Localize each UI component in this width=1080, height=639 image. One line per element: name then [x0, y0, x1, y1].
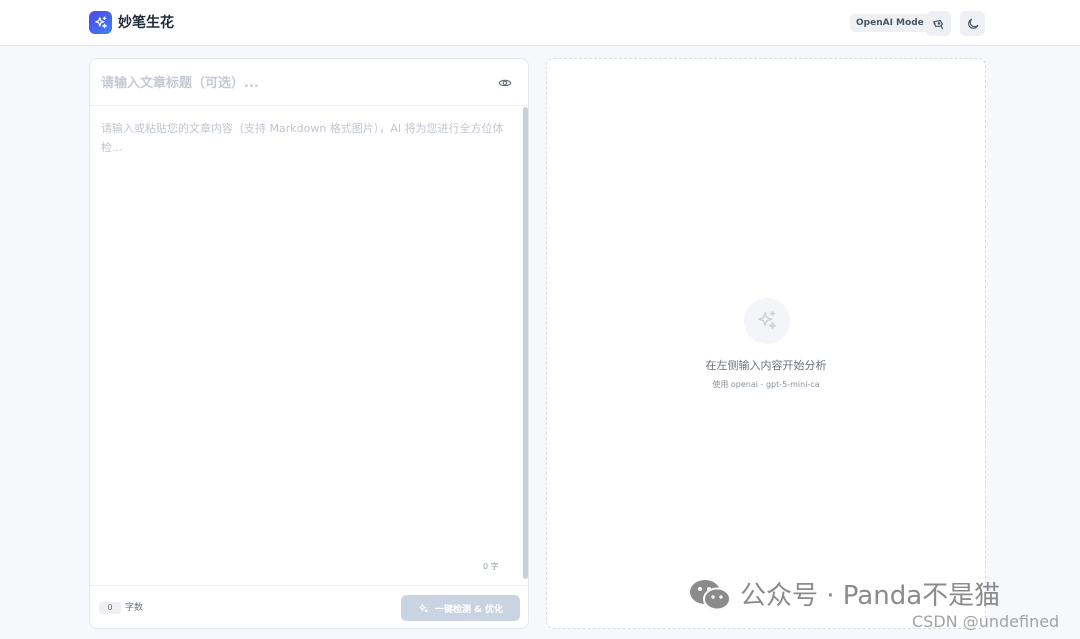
top-header: 妙笔生花 OpenAI Mode — [0, 0, 1080, 46]
wechat-icon — [690, 580, 731, 611]
empty-state-subtitle: 使用 openai - gpt-5-mini-ca — [712, 380, 820, 389]
editor-footer: 0 字数 一键检测 & 优化 — [90, 585, 528, 628]
wechat-watermark: 公众号 · Panda不是猫 — [740, 581, 1001, 611]
robot-icon — [932, 19, 943, 29]
char-count-inline: 0 字 — [483, 562, 499, 571]
editor-panel: 0 字 0 字数 一键检测 & 优化 — [89, 58, 529, 629]
sparkles-icon — [89, 11, 112, 34]
eye-icon[interactable] — [498, 75, 512, 94]
empty-state-icon-wrap — [744, 298, 790, 344]
analyze-optimize-button[interactable]: 一键检测 & 优化 — [401, 595, 520, 621]
sparkles-icon — [758, 311, 776, 330]
word-count-badge: 0 — [99, 602, 121, 614]
word-count-label: 字数 — [125, 603, 144, 613]
analyze-button-label: 一键检测 & 优化 — [434, 604, 504, 615]
theme-toggle-button[interactable] — [960, 11, 985, 36]
sparkles-icon — [418, 603, 429, 613]
csdn-watermark: CSDN @undefined — [912, 612, 1060, 631]
title-row — [90, 59, 528, 106]
scrollbar[interactable] — [523, 107, 528, 579]
empty-state-title: 在左侧输入内容开始分析 — [705, 359, 827, 372]
app-title: 妙笔生花 — [118, 15, 174, 31]
content-textarea[interactable] — [101, 119, 519, 559]
mode-badge: OpenAI Mode — [850, 14, 930, 32]
moon-icon — [967, 18, 978, 29]
scrollbar-thumb[interactable] — [523, 107, 528, 579]
title-input[interactable] — [101, 73, 481, 93]
robot-button[interactable] — [926, 11, 951, 36]
result-panel: 在左侧输入内容开始分析 使用 openai - gpt-5-mini-ca — [546, 58, 986, 629]
